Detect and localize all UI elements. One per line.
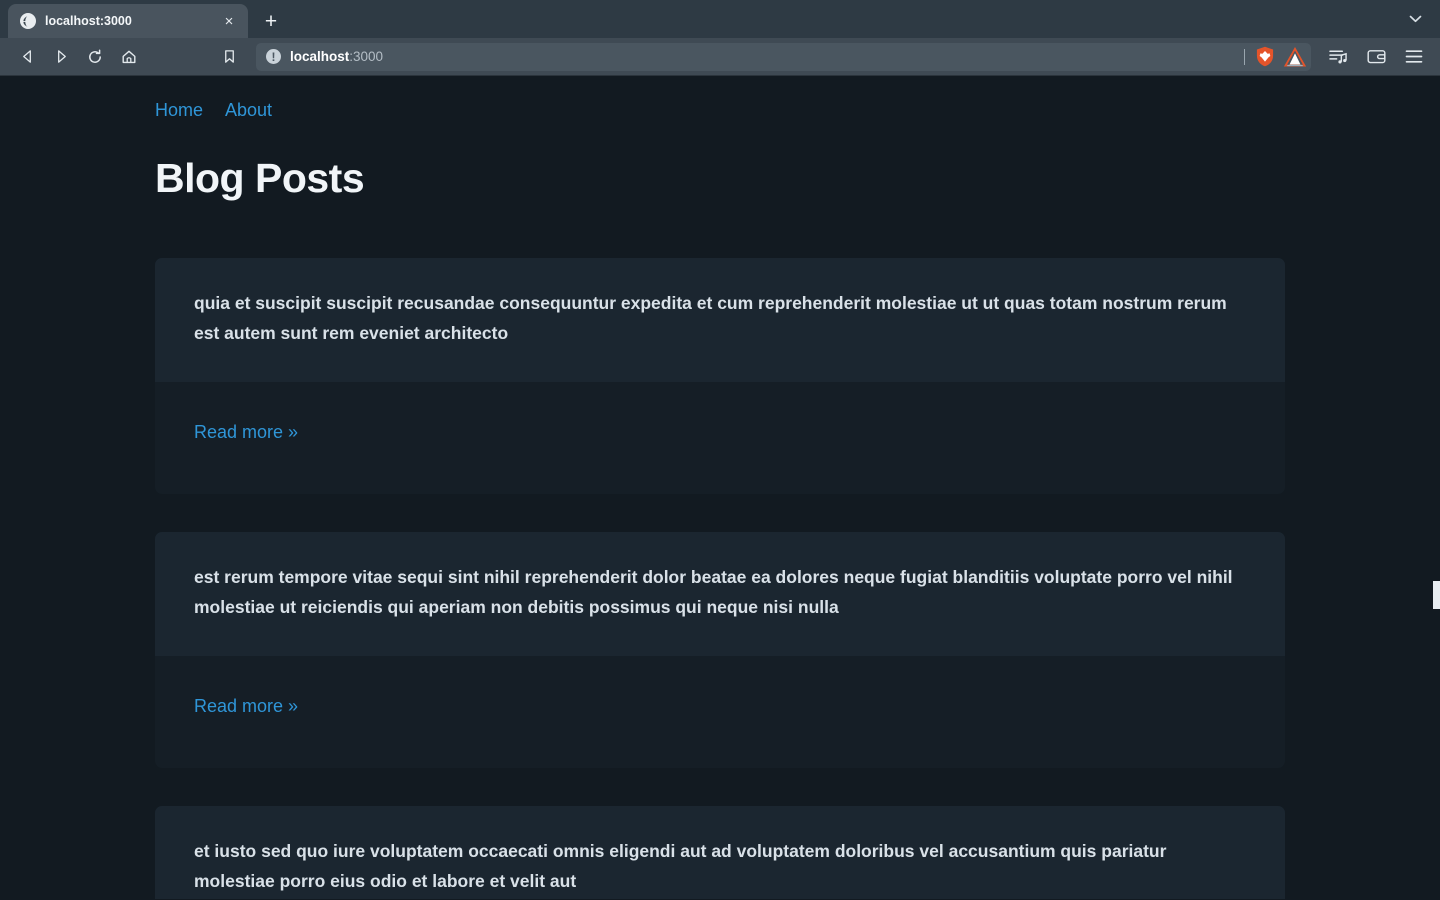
blog-post-body: Read more » [155,656,1285,768]
read-more-link[interactable]: Read more » [194,422,298,442]
scrollbar-thumb[interactable] [1433,581,1440,609]
back-arrow-icon[interactable] [11,42,43,72]
read-more-link[interactable]: Read more » [194,696,298,716]
address-bar-url: localhost:3000 [290,49,383,64]
bookmark-icon[interactable] [213,42,245,72]
blog-post-title: et iusto sed quo iure voluptatem occaeca… [194,841,1167,892]
forward-arrow-icon[interactable] [45,42,77,72]
page-title: Blog Posts [155,155,365,201]
wallet-icon[interactable] [1361,42,1391,72]
new-tab-button[interactable]: + [256,6,286,36]
blog-post-card: quia et suscipit suscipit recusandae con… [155,258,1285,495]
blog-post-header: et iusto sed quo iure voluptatem occaeca… [155,806,1285,899]
tab-title: localhost:3000 [45,14,132,28]
blog-post-card: et iusto sed quo iure voluptatem occaeca… [155,806,1285,899]
page-container: Home About Blog Posts quia et suscipit s… [155,76,1285,899]
brave-rewards-triangle-icon[interactable] [1284,46,1306,67]
nav-link-about[interactable]: About [225,100,272,121]
hamburger-menu-icon[interactable] [1399,42,1429,72]
reload-icon[interactable] [79,42,111,72]
blog-post-card: est rerum tempore vitae sequi sint nihil… [155,532,1285,769]
site-info-icon[interactable]: ! [266,49,281,64]
address-bar[interactable]: ! localhost:3000 [256,42,1311,71]
page-scrollbar[interactable] [1433,76,1440,899]
address-bar-actions [1244,43,1306,71]
blog-post-header: est rerum tempore vitae sequi sint nihil… [155,532,1285,657]
blog-page: Home About Blog Posts quia et suscipit s… [0,76,1440,899]
nav-link-home[interactable]: Home [155,100,203,121]
browser-window: localhost:3000 × + ! localhost:3000 Home… [0,0,1440,900]
tab-strip: localhost:3000 × + [0,0,1440,38]
brave-shields-icon[interactable] [1255,46,1275,67]
globe-icon [20,13,36,29]
browser-toolbar: ! localhost:3000 [0,38,1440,76]
toolbar-right-actions [1323,42,1429,72]
divider [1244,48,1245,65]
blog-post-header: quia et suscipit suscipit recusandae con… [155,258,1285,383]
blog-post-title: est rerum tempore vitae sequi sint nihil… [194,567,1233,618]
home-icon[interactable] [113,42,145,72]
blog-post-body: Read more » [155,382,1285,494]
close-icon[interactable]: × [220,12,238,30]
blog-post-list: quia et suscipit suscipit recusandae con… [155,258,1285,899]
playlist-icon[interactable] [1323,42,1353,72]
site-nav: Home About [155,76,1285,121]
url-port: :3000 [349,49,384,64]
url-host: localhost [290,49,350,64]
chevron-down-icon[interactable] [1400,6,1430,32]
browser-tab-localhost[interactable]: localhost:3000 × [8,4,248,38]
blog-post-title: quia et suscipit suscipit recusandae con… [194,293,1227,344]
page-viewport: Home About Blog Posts quia et suscipit s… [0,76,1440,899]
